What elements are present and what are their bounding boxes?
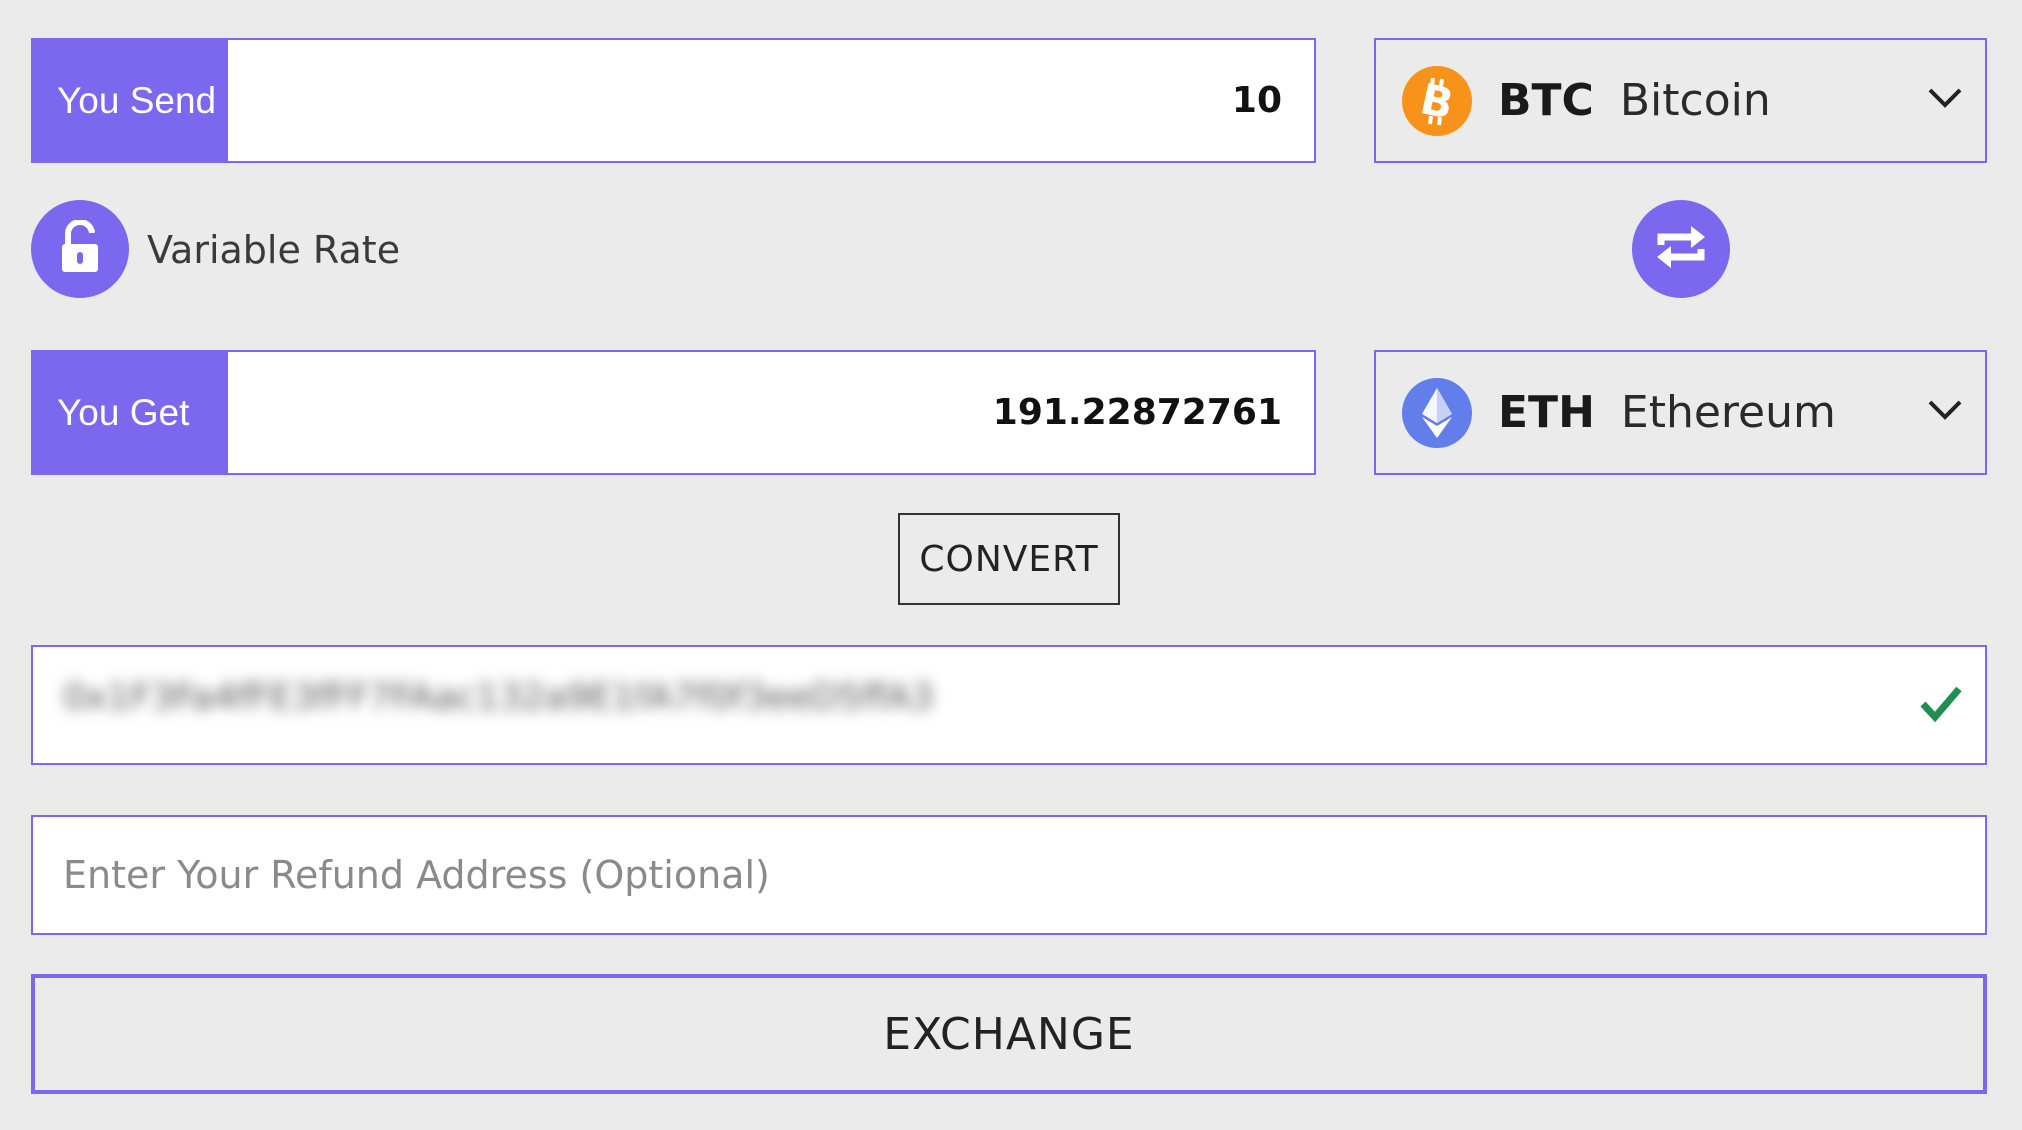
exchange-button[interactable]: EXCHANGE (31, 974, 1987, 1094)
checkmark-icon (1919, 684, 1963, 728)
send-amount-input[interactable] (228, 40, 1314, 161)
to-currency-name: Ethereum (1620, 387, 1836, 438)
chevron-down-icon (1927, 86, 1963, 114)
send-label: You Send (33, 40, 228, 161)
ethereum-icon (1402, 377, 1472, 448)
to-currency-code: ETH (1498, 387, 1595, 438)
bitcoin-icon: B (1402, 65, 1472, 136)
swap-currencies-button[interactable] (1632, 200, 1730, 298)
from-currency-code: BTC (1498, 75, 1594, 126)
send-amount-group: You Send (31, 38, 1316, 163)
get-label: You Get (33, 352, 228, 473)
swap-arrows-icon (1653, 223, 1709, 275)
convert-button[interactable]: CONVERT (898, 513, 1120, 605)
to-currency-select[interactable]: ETH Ethereum (1374, 350, 1987, 475)
rate-lock-button[interactable] (31, 200, 129, 298)
get-amount-group: You Get (31, 350, 1316, 475)
from-currency-select[interactable]: B BTC Bitcoin (1374, 38, 1987, 163)
from-currency-name: Bitcoin (1619, 75, 1771, 126)
refund-address-input[interactable] (33, 817, 1985, 933)
refund-address-field (31, 815, 1987, 935)
chevron-down-icon (1927, 398, 1963, 426)
recipient-address-value: 0x1F3Fa4fFE3fFF7FAac132a9E1fA7f0f3eeD5ff… (63, 677, 934, 718)
recipient-address-field[interactable]: 0x1F3Fa4fFE3fFF7FAac132a9E1fA7f0f3eeD5ff… (31, 645, 1987, 765)
unlock-icon (58, 219, 102, 278)
rate-type-label: Variable Rate (147, 228, 401, 272)
get-amount-input[interactable] (228, 352, 1314, 473)
